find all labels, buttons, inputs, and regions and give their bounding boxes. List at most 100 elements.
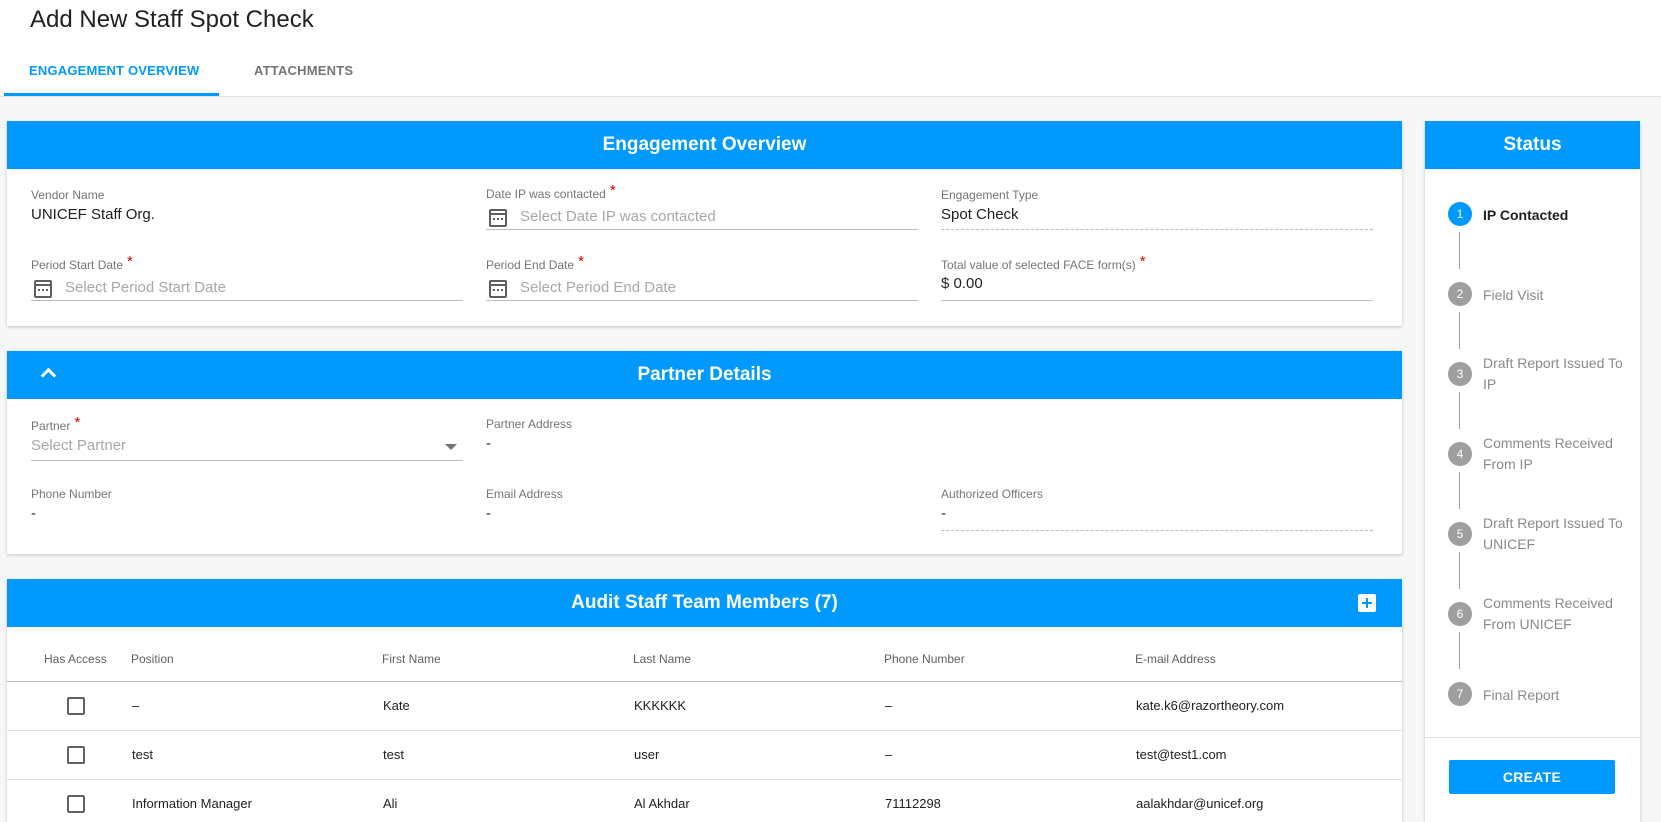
partner-details-header: Partner Details — [7, 351, 1402, 399]
step-label: Comments Received From IP — [1483, 435, 1613, 472]
partner-address-label: Partner Address — [486, 417, 573, 431]
team-members-card: Audit Staff Team Members (7) Has Access … — [7, 579, 1402, 822]
row-email: aalakhdar@unicef.org — [1136, 796, 1264, 811]
col-phone-number: Phone Number — [884, 652, 965, 666]
step-connector — [1459, 552, 1460, 589]
calendar-icon[interactable] — [34, 280, 52, 298]
step-connector — [1459, 312, 1460, 349]
period-end-field[interactable]: Period End Date * Select Period End Date — [486, 253, 918, 301]
engagement-type-label: Engagement Type — [941, 188, 1039, 202]
authorized-officers-label: Authorized Officers — [941, 487, 1043, 501]
row-phone: – — [885, 698, 893, 713]
date-contacted-label: Date IP was contacted — [486, 187, 606, 201]
status-panel: Status 1 IP Contacted 2 Field Visit 3 Dr… — [1425, 121, 1640, 822]
row-first-name: test — [383, 747, 404, 762]
row-phone: 71112298 — [885, 796, 941, 811]
row-email: test@test1.com — [1136, 747, 1227, 762]
row-position: – — [132, 698, 140, 713]
period-start-input[interactable]: Select Period Start Date — [65, 279, 226, 296]
vendor-name-label: Vendor Name — [31, 188, 105, 202]
step-connector — [1459, 232, 1460, 269]
table-row[interactable]: test test user – test@test1.com — [7, 731, 1402, 780]
partner-details-card: Partner Details Partner * Select Partner … — [7, 351, 1402, 554]
date-contacted-input[interactable]: Select Date IP was contacted — [520, 208, 716, 225]
row-email: kate.k6@razortheory.com — [1136, 698, 1285, 713]
email-address-label: Email Address — [486, 487, 563, 501]
required-mark: * — [74, 414, 81, 431]
period-end-label: Period End Date — [486, 258, 575, 272]
date-contacted-field[interactable]: Date IP was contacted * Select Date IP wa… — [486, 182, 918, 230]
face-total-label: Total value of selected FACE form(s) — [941, 258, 1136, 272]
step-number: 4 — [1448, 442, 1472, 466]
col-last-name: Last Name — [633, 652, 692, 666]
col-has-access: Has Access — [44, 652, 107, 666]
calendar-icon[interactable] — [489, 280, 507, 298]
partner-select-field[interactable]: Partner * Select Partner — [31, 414, 463, 461]
page-title: Add New Staff Spot Check — [30, 6, 314, 33]
collapse-chevron-icon[interactable] — [40, 367, 57, 384]
authorized-officers-value[interactable]: - — [941, 505, 1373, 522]
step-label: IP Contacted — [1483, 207, 1569, 223]
phone-number-label: Phone Number — [31, 487, 112, 501]
engagement-type-field: Engagement Type Spot Check — [941, 188, 1373, 230]
create-button[interactable]: CREATE — [1449, 760, 1615, 794]
currency-symbol: $ — [941, 275, 950, 292]
step-number: 6 — [1448, 602, 1472, 626]
phone-number-field: Phone Number - — [31, 487, 463, 531]
partner-address-field: Partner Address - — [486, 417, 918, 461]
step-connector — [1459, 632, 1460, 669]
col-first-name: First Name — [382, 652, 441, 666]
calendar-icon[interactable] — [489, 209, 507, 227]
period-start-field[interactable]: Period Start Date * Select Period Start D… — [31, 253, 463, 301]
email-address-field: Email Address - — [486, 487, 918, 531]
table-header: Has Access Position First Name Last Name… — [7, 627, 1402, 682]
has-access-checkbox[interactable] — [67, 795, 85, 813]
row-last-name: KKKKKK — [634, 698, 687, 713]
tab-attachments[interactable]: ATTACHMENTS — [254, 63, 353, 78]
period-end-input[interactable]: Select Period End Date — [520, 279, 676, 296]
step-number: 7 — [1448, 682, 1472, 706]
row-position: Information Manager — [132, 796, 252, 811]
row-position: test — [132, 747, 153, 762]
dropdown-arrow-icon[interactable] — [445, 444, 457, 450]
table-row[interactable]: – Kate KKKKKK – kate.k6@razortheory.com — [7, 682, 1402, 731]
engagement-overview-title: Engagement Overview — [602, 134, 807, 155]
status-header: Status — [1425, 121, 1640, 169]
step-connector — [1459, 472, 1460, 509]
step-label: Final Report — [1483, 687, 1560, 703]
engagement-overview-card: Engagement Overview Vendor Name UNICEF S… — [7, 121, 1402, 326]
add-member-icon[interactable] — [1358, 594, 1376, 612]
partner-select[interactable]: Select Partner — [31, 437, 463, 454]
required-mark: * — [578, 253, 584, 270]
row-last-name: user — [634, 747, 660, 762]
face-total-field[interactable]: Total value of selected FACE form(s) * $ … — [941, 253, 1373, 301]
vendor-name-value: UNICEF Staff Org. — [31, 206, 155, 223]
step-connector — [1459, 392, 1460, 429]
required-mark: * — [609, 182, 616, 199]
step-label: Comments Received From UNICEF — [1483, 595, 1613, 632]
email-address-value: - — [486, 505, 491, 522]
team-members-header: Audit Staff Team Members (7) — [7, 579, 1402, 627]
tab-engagement-overview[interactable]: ENGAGEMENT OVERVIEW — [29, 63, 199, 78]
step-number: 2 — [1448, 282, 1472, 306]
row-first-name: Kate — [383, 698, 410, 713]
has-access-checkbox[interactable] — [67, 746, 85, 764]
table-row[interactable]: Information Manager Ali Al Akhdar 711122… — [7, 780, 1402, 822]
has-access-checkbox[interactable] — [67, 697, 85, 715]
status-divider — [1425, 737, 1640, 738]
col-email-address: E-mail Address — [1135, 652, 1216, 666]
engagement-type-value: Spot Check — [941, 206, 1019, 223]
partner-address-value: - — [486, 435, 491, 452]
required-mark: * — [127, 253, 133, 270]
row-last-name: Al Akhdar — [634, 796, 690, 811]
partner-details-title: Partner Details — [637, 364, 772, 385]
col-position: Position — [131, 652, 174, 666]
authorized-officers-field[interactable]: Authorized Officers - — [941, 487, 1373, 531]
step-label: Draft Report Issued To IP — [1483, 355, 1623, 392]
period-start-label: Period Start Date — [31, 258, 124, 272]
face-total-input[interactable]: 0.00 — [954, 275, 983, 292]
engagement-overview-header: Engagement Overview — [7, 121, 1402, 169]
step-number: 1 — [1448, 202, 1472, 226]
top-bar: Add New Staff Spot Check ENGAGEMENT OVER… — [0, 0, 1661, 97]
vendor-name-field: Vendor Name UNICEF Staff Org. — [31, 188, 461, 230]
